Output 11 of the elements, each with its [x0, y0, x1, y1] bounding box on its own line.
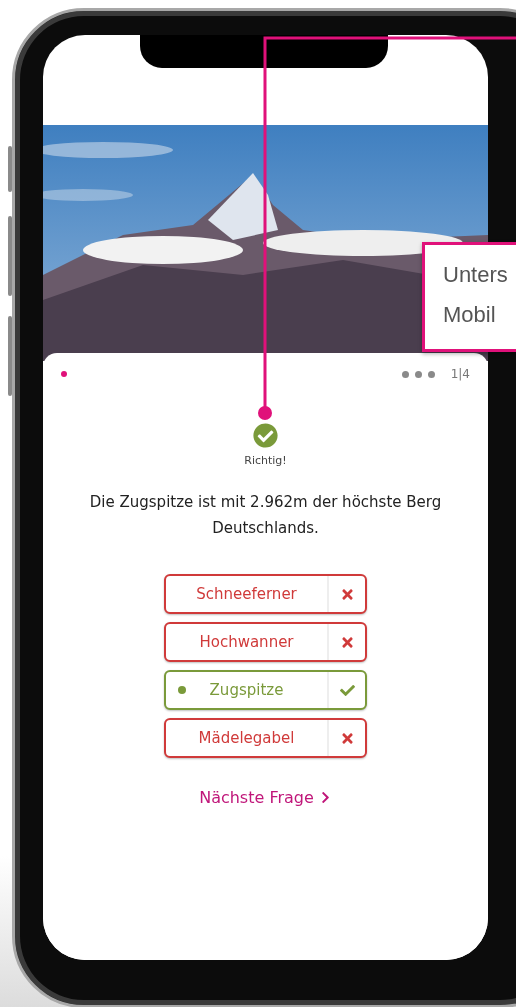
question-text: Die Zugspitze ist mit 2.962m der höchste Berg Deutschlands.	[88, 492, 443, 539]
answer-button[interactable]: Schneeferner	[164, 574, 367, 614]
answer-button[interactable]: Hochwanner	[164, 622, 367, 662]
answer-button[interactable]: Zugspitze	[164, 670, 367, 710]
result-label: Richtig!	[244, 454, 287, 467]
callout-text: Mobil	[443, 301, 497, 329]
check-icon	[339, 682, 355, 698]
question-counter: 1|4	[450, 367, 470, 381]
callout-text: Unters	[443, 261, 509, 289]
next-question-link[interactable]: Nächste Frage	[199, 788, 332, 807]
answer-button[interactable]: Mädelegabel	[164, 718, 367, 758]
